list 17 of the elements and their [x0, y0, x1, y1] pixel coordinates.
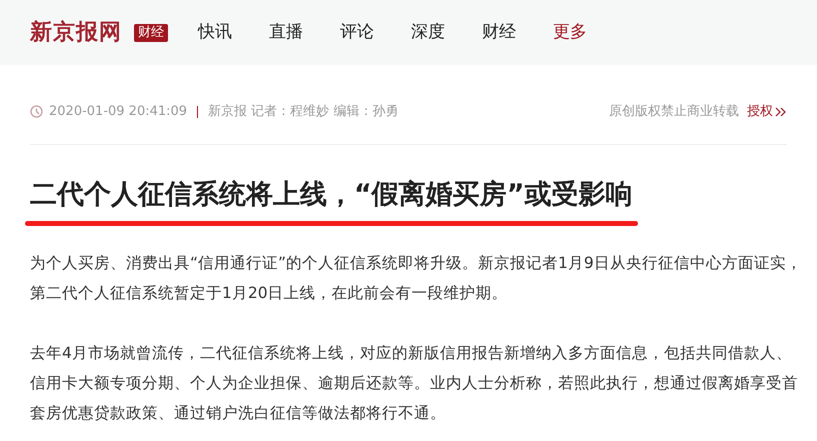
copyright-notice: 原创版权禁止商业转载	[609, 103, 739, 121]
byline: 新京报 记者：程维妙 编辑：孙勇	[208, 103, 398, 121]
double-chevron-icon	[775, 106, 787, 117]
article-paragraph: 去年4月市场就曾流传，二代征信系统将上线，对应的新版信用报告新增纳入多方面信息，包括共同借款人、信用卡大额专项分期、个人为企业担保、逾期后还款等。业内人士分析称，若照此执行，想通过假离婚享受首套房优惠贷款政策、通过销户洗白征信等做法都将行不通。	[30, 342, 799, 424]
license-link[interactable]: 授权	[747, 102, 787, 122]
nav-link[interactable]: 直播	[269, 20, 303, 46]
article-title: 二代个人征信系统将上线，“假离婚买房”或受影响	[30, 178, 632, 212]
article-paragraph: 为个人买房、消费出具“信用通行证”的个人征信系统即将升级。新京报记者1月9日从央行征信中心方面证实，第二代个人征信系统暂定于1月20日上线，在此前会有一段维护期。	[30, 252, 802, 304]
channel-badge: 财经	[134, 24, 168, 42]
nav-link[interactable]: 深度	[411, 20, 445, 46]
nav-link[interactable]: 评论	[340, 20, 374, 46]
nav-link[interactable]: 更多	[553, 20, 587, 46]
nav-link[interactable]: 快讯	[198, 20, 232, 46]
clock-icon	[30, 105, 43, 118]
nav-link[interactable]: 财经	[482, 20, 516, 46]
publish-datetime: 2020-01-09 20:41:09	[49, 103, 188, 121]
site-logo[interactable]: 新京报网	[30, 16, 122, 49]
